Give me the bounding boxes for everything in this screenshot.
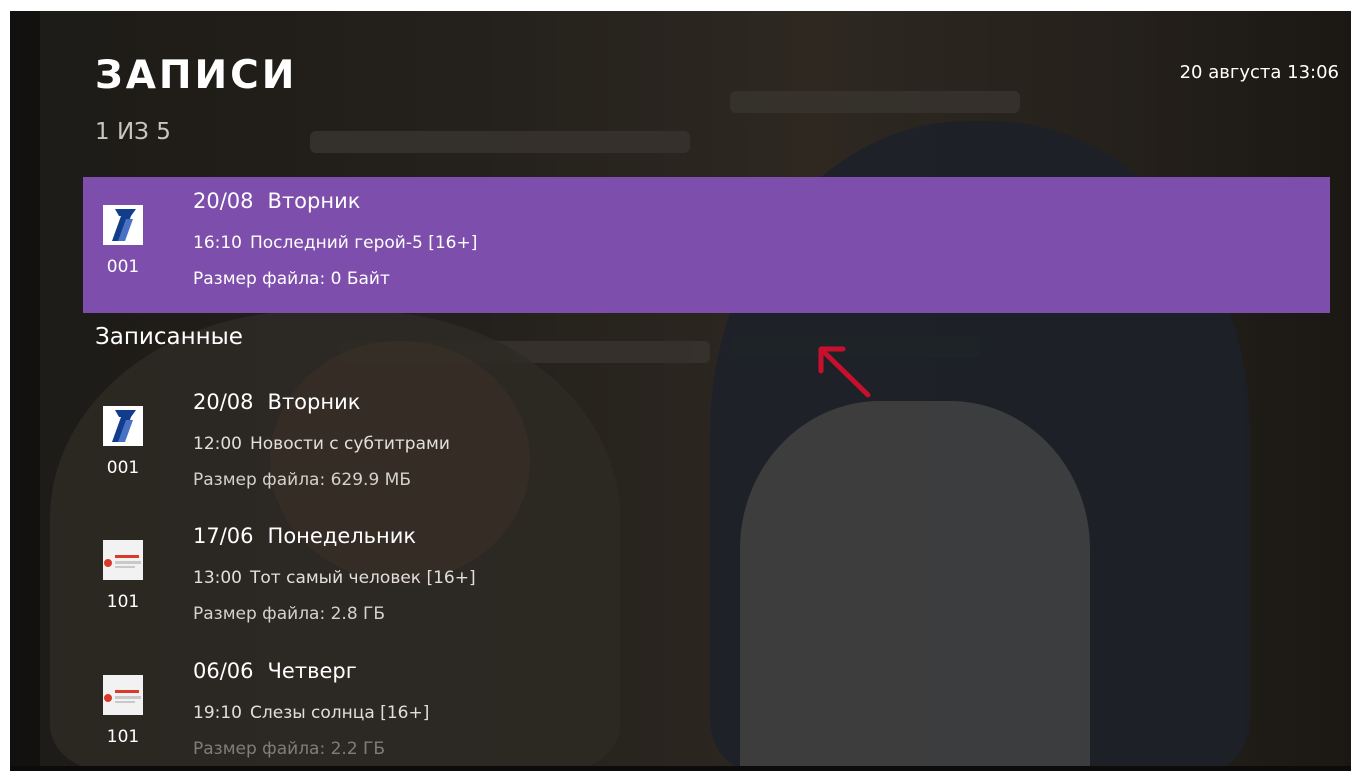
program-title: Слезы солнца [16+] [250, 703, 430, 723]
recording-date: 06/06 [193, 659, 254, 683]
first-channel-icon [103, 406, 143, 446]
program-line: 12:00 Новости с субтитрами [193, 434, 450, 454]
recording-date-line: 20/08 Вторник [193, 390, 360, 414]
recording-date-line: 17/06 Понедельник [193, 524, 416, 548]
recording-row-selected[interactable]: 001 20/08 Вторник 16:10 Последний герой-5 … [83, 177, 1330, 313]
first-channel-icon [103, 205, 143, 245]
recording-day: Вторник [267, 390, 361, 414]
recording-date: 20/08 [193, 390, 254, 414]
program-time: 13:00 [193, 568, 242, 588]
file-size: Размер файла: 2.8 ГБ [193, 604, 386, 624]
program-line: 13:00 Тот самый человек [16+] [193, 568, 476, 588]
channel-number: 101 [106, 592, 140, 612]
program-time: 12:00 [193, 434, 242, 454]
file-size: Размер файла: 0 Байт [193, 269, 390, 289]
channel-101-logo-icon [103, 540, 143, 580]
recording-day: Вторник [267, 189, 361, 213]
channel-number: 101 [106, 727, 140, 747]
program-time: 16:10 [193, 233, 242, 253]
channel-101-logo-icon [103, 675, 143, 715]
recording-row[interactable]: 001 20/08 Вторник 12:00 Новости с субтитра… [83, 378, 1330, 514]
program-title: Последний герой-5 [16+] [250, 233, 478, 253]
program-title: Новости с субтитрами [250, 434, 450, 454]
program-line: 16:10 Последний герой-5 [16+] [193, 233, 477, 253]
recording-row[interactable]: 101 06/06 Четверг 19:10 Слезы солнца [16+]… [83, 647, 1330, 771]
channel-number: 001 [106, 257, 140, 277]
recording-row[interactable]: 101 17/06 Понедельник 13:00 Тот самый чело… [83, 512, 1330, 648]
recording-date: 17/06 [193, 524, 254, 548]
recording-day: Понедельник [267, 524, 417, 548]
current-datetime: 20 августа 13:06 [1179, 62, 1339, 83]
file-size: Размер файла: 2.2 ГБ [193, 739, 386, 759]
page-title: ЗАПИСИ [95, 53, 298, 98]
section-title-recorded: Записанные [95, 324, 243, 350]
channel-number: 001 [106, 458, 140, 478]
program-line: 19:10 Слезы солнца [16+] [193, 703, 429, 723]
annotation-arrow-icon [818, 346, 871, 398]
recording-date: 20/08 [193, 189, 254, 213]
item-counter: 1 ИЗ 5 [95, 119, 171, 145]
recording-day: Четверг [267, 659, 357, 683]
screen-bezel-left [10, 11, 40, 771]
recording-date-line: 06/06 Четверг [193, 659, 357, 683]
recording-date-line: 20/08 Вторник [193, 189, 360, 213]
file-size: Размер файла: 629.9 МБ [193, 470, 412, 490]
program-time: 19:10 [193, 703, 242, 723]
program-title: Тот самый человек [16+] [250, 568, 476, 588]
tv-screen: ЗАПИСИ 1 ИЗ 5 20 августа 13:06 001 20/08… [10, 11, 1351, 771]
